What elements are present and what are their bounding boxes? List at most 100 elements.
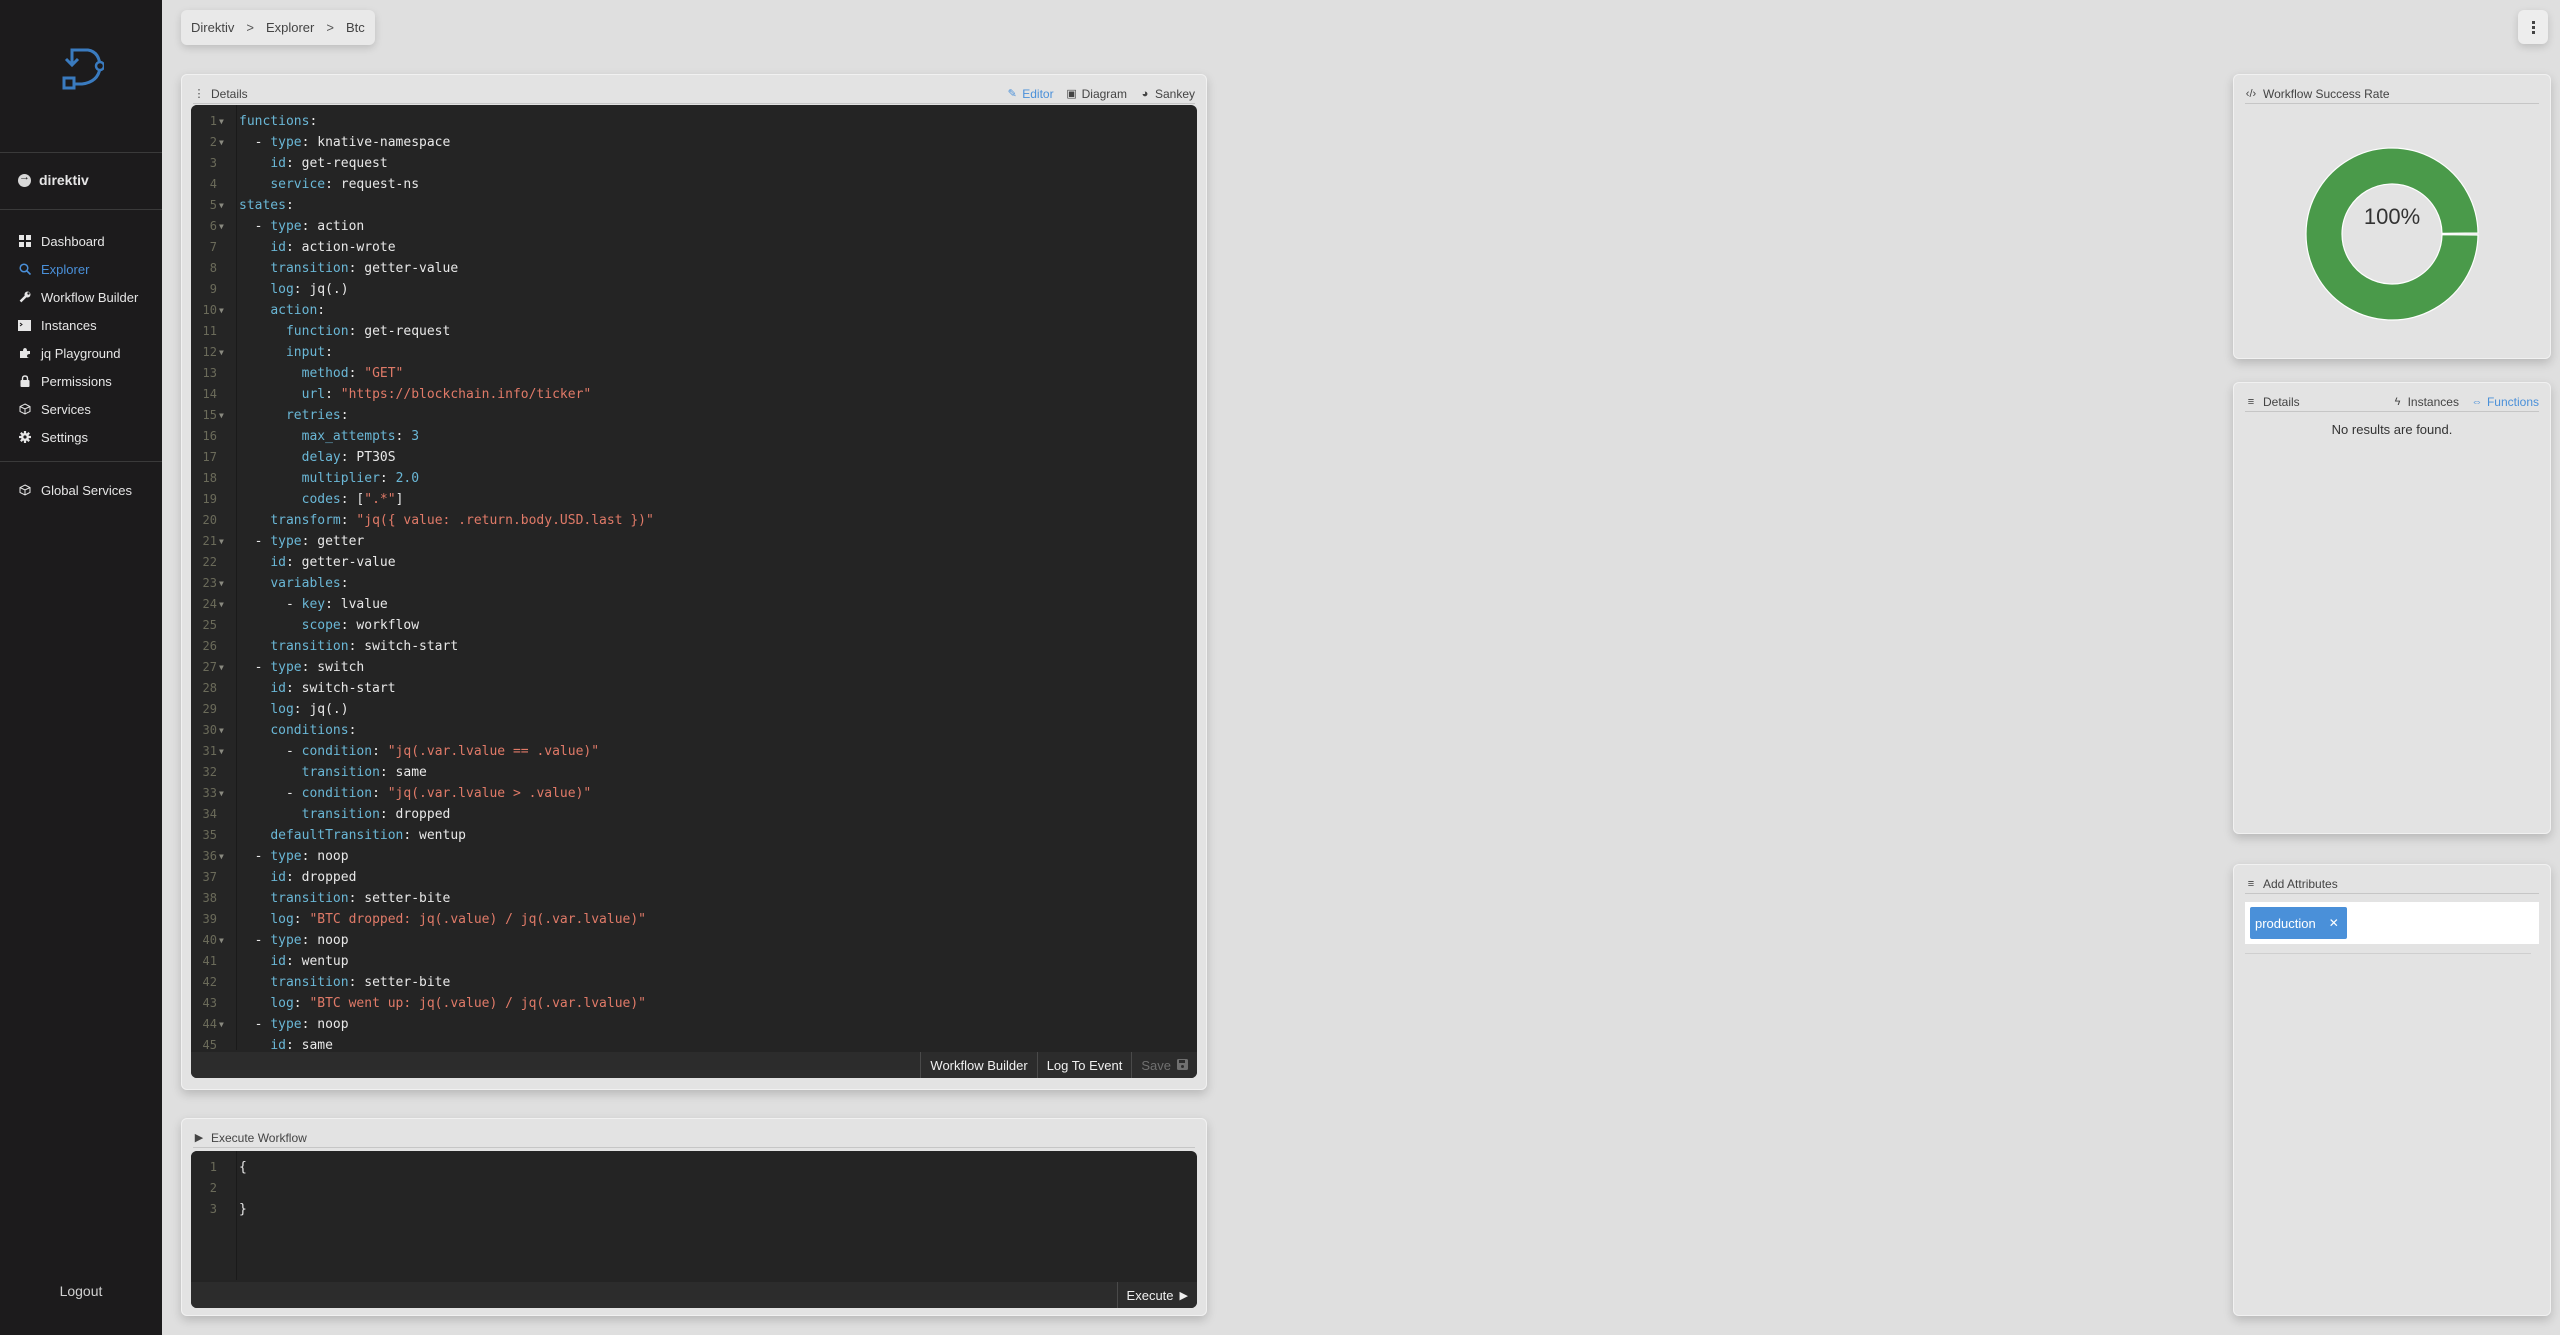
code-line[interactable]: 3 id: get-request	[191, 153, 1197, 174]
fold-arrow-icon[interactable]: ▼	[219, 783, 224, 804]
code-line[interactable]: 10 ▼ action:	[191, 300, 1197, 321]
code-line[interactable]: 14 url: "https://blockchain.info/ticker"	[191, 384, 1197, 405]
sidebar-item-services[interactable]: Services	[18, 395, 138, 423]
tab-functions[interactable]: ⇔ Functions	[2471, 395, 2539, 409]
workflow-code-editor[interactable]: 1 ▼ functions: 2 ▼ - type: knative-namespace…	[191, 105, 1197, 1078]
code-line[interactable]: 43 log: "BTC went up: jq(.value) / jq(.v…	[191, 993, 1197, 1014]
input-json-editor[interactable]: 1{2 3} Execute ▶	[191, 1151, 1197, 1308]
fold-arrow-icon[interactable]: ▼	[219, 405, 224, 426]
code-line[interactable]: 28 id: switch-start	[191, 678, 1197, 699]
code-line[interactable]: 44 ▼ - type: noop	[191, 1014, 1197, 1035]
code-line[interactable]: 33 ▼ - condition: "jq(.var.lvalue > .valu…	[191, 783, 1197, 804]
execute-button[interactable]: Execute ▶	[1116, 1282, 1197, 1308]
code-line[interactable]: 7 id: action-wrote	[191, 237, 1197, 258]
workflow-builder-button[interactable]: Workflow Builder	[920, 1052, 1036, 1078]
attributes-input[interactable]: production ✕	[2245, 902, 2539, 944]
code-line[interactable]: 8 transition: getter-value	[191, 258, 1197, 279]
code-text: transition: switch-start	[270, 639, 459, 654]
sidebar-item-permissions[interactable]: Permissions	[18, 367, 138, 395]
code-line[interactable]: 40 ▼ - type: noop	[191, 930, 1197, 951]
code-line[interactable]: 1 ▼ functions:	[191, 111, 1197, 132]
fold-arrow-icon[interactable]: ▼	[219, 132, 224, 153]
remove-tag-icon[interactable]: ✕	[2329, 916, 2339, 930]
sidebar-item-explorer[interactable]: Explorer	[18, 255, 138, 283]
code-line[interactable]: 27 ▼ - type: switch	[191, 657, 1197, 678]
tab-diagram[interactable]: ▣ Diagram	[1066, 87, 1127, 101]
breadcrumb-item-explorer[interactable]: Explorer	[266, 20, 314, 35]
tab-editor[interactable]: ✎ Editor	[1006, 87, 1054, 101]
code-line[interactable]: 18 multiplier: 2.0	[191, 468, 1197, 489]
code-line[interactable]: 23 ▼ variables:	[191, 573, 1197, 594]
fold-arrow-icon[interactable]: ▼	[219, 216, 224, 237]
fold-arrow-icon[interactable]: ▼	[219, 573, 224, 594]
code-line[interactable]: 32 transition: same	[191, 762, 1197, 783]
code-line[interactable]: 3}	[191, 1199, 1197, 1220]
code-line[interactable]: 38 transition: setter-bite	[191, 888, 1197, 909]
code-line[interactable]: 22 id: getter-value	[191, 552, 1197, 573]
tab-instances[interactable]: ϟ Instances	[2392, 395, 2459, 409]
editor-code-lines[interactable]: 1{2 3}	[191, 1157, 1197, 1220]
fold-arrow-icon[interactable]: ▼	[219, 342, 224, 363]
code-line[interactable]: 37 id: dropped	[191, 867, 1197, 888]
editor-code-lines[interactable]: 1 ▼ functions: 2 ▼ - type: knative-namespace…	[191, 111, 1197, 1056]
code-line[interactable]: 39 log: "BTC dropped: jq(.value) / jq(.v…	[191, 909, 1197, 930]
fold-arrow-icon[interactable]: ▼	[219, 741, 224, 762]
code-text: states:	[239, 198, 294, 213]
fold-arrow-icon[interactable]: ▼	[219, 300, 224, 321]
save-button[interactable]: Save	[1131, 1052, 1197, 1078]
attribute-text-input[interactable]	[2346, 902, 2539, 944]
success-rate-card: ‹/› Workflow Success Rate 100%	[2233, 74, 2551, 359]
code-line[interactable]: 11 function: get-request	[191, 321, 1197, 342]
code-line[interactable]: 9 log: jq(.)	[191, 279, 1197, 300]
code-line[interactable]: 5 ▼ states:	[191, 195, 1197, 216]
code-line[interactable]: 2 ▼ - type: knative-namespace	[191, 132, 1197, 153]
fold-arrow-icon[interactable]: ▼	[219, 1014, 224, 1035]
sidebar-item-workflow-builder[interactable]: Workflow Builder	[18, 283, 138, 311]
code-line[interactable]: 1{	[191, 1157, 1197, 1178]
code-line[interactable]: 25 scope: workflow	[191, 615, 1197, 636]
code-line[interactable]: 13 method: "GET"	[191, 363, 1197, 384]
sidebar-item-global-services[interactable]: Global Services	[18, 476, 132, 504]
line-number: 10	[202, 303, 217, 317]
direktiv-logo-icon[interactable]	[60, 48, 104, 94]
sidebar-item-settings[interactable]: Settings	[18, 423, 138, 451]
fold-arrow-icon[interactable]: ▼	[219, 195, 224, 216]
code-line[interactable]: 15 ▼ retries:	[191, 405, 1197, 426]
fold-arrow-icon[interactable]: ▼	[219, 594, 224, 615]
sidebar-item-jq-playground[interactable]: jq Playground	[18, 339, 138, 367]
breadcrumb-item-direktiv[interactable]: Direktiv	[191, 20, 234, 35]
code-line[interactable]: 26 transition: switch-start	[191, 636, 1197, 657]
log-to-event-button[interactable]: Log To Event	[1036, 1052, 1132, 1078]
fold-arrow-icon[interactable]: ▼	[219, 657, 224, 678]
code-line[interactable]: 29 log: jq(.)	[191, 699, 1197, 720]
code-line[interactable]: 12 ▼ input:	[191, 342, 1197, 363]
breadcrumb-item-btc[interactable]: Btc	[346, 20, 365, 35]
code-line[interactable]: 31 ▼ - condition: "jq(.var.lvalue == .val…	[191, 741, 1197, 762]
fold-arrow-icon[interactable]: ▼	[219, 930, 224, 951]
code-line[interactable]: 30 ▼ conditions:	[191, 720, 1197, 741]
fold-arrow-icon[interactable]: ▼	[219, 111, 224, 132]
code-line[interactable]: 4 service: request-ns	[191, 174, 1197, 195]
namespace-selector[interactable]: direktiv	[18, 171, 89, 188]
tab-sankey[interactable]: ◕ Sankey	[1139, 87, 1195, 101]
code-line[interactable]: 36 ▼ - type: noop	[191, 846, 1197, 867]
sidebar-item-dashboard[interactable]: Dashboard	[18, 227, 138, 255]
code-line[interactable]: 42 transition: setter-bite	[191, 972, 1197, 993]
logout-button[interactable]: Logout	[0, 1283, 162, 1299]
code-line[interactable]: 34 transition: dropped	[191, 804, 1197, 825]
fold-arrow-icon[interactable]: ▼	[219, 531, 224, 552]
code-line[interactable]: 17 delay: PT30S	[191, 447, 1197, 468]
fold-arrow-icon[interactable]: ▼	[219, 720, 224, 741]
code-line[interactable]: 2	[191, 1178, 1197, 1199]
code-line[interactable]: 20 transform: "jq({ value: .return.body.…	[191, 510, 1197, 531]
sidebar-item-instances[interactable]: Instances	[18, 311, 138, 339]
more-options-button[interactable]	[2518, 10, 2548, 44]
fold-arrow-icon[interactable]: ▼	[219, 846, 224, 867]
code-line[interactable]: 21 ▼ - type: getter	[191, 531, 1197, 552]
code-line[interactable]: 24 ▼ - key: lvalue	[191, 594, 1197, 615]
code-line[interactable]: 16 max_attempts: 3	[191, 426, 1197, 447]
code-line[interactable]: 6 ▼ - type: action	[191, 216, 1197, 237]
code-line[interactable]: 19 codes: [".*"]	[191, 489, 1197, 510]
code-line[interactable]: 41 id: wentup	[191, 951, 1197, 972]
code-line[interactable]: 35 defaultTransition: wentup	[191, 825, 1197, 846]
